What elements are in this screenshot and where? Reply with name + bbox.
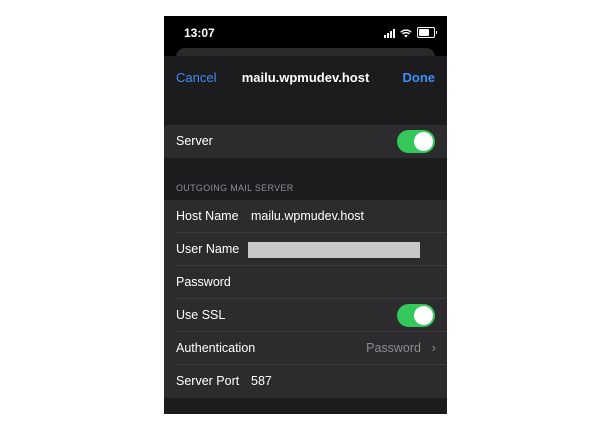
server-port-row[interactable]: Server Port 587 [164,365,447,398]
phone-screen: 13:07 Cancel mailu.wpmudev.host Done Ser… [164,16,447,414]
password-label: Password [176,275,231,289]
navigation-bar: Cancel mailu.wpmudev.host Done [164,56,447,99]
status-icons [384,27,437,38]
section-header: OUTGOING MAIL SERVER [176,183,294,193]
chevron-right-icon: › [431,340,436,355]
host-name-row[interactable]: Host Name mailu.wpmudev.host [164,200,447,233]
server-toggle[interactable] [397,130,435,153]
server-port-field[interactable]: 587 [251,374,272,388]
toggle-knob [414,306,433,325]
authentication-label: Authentication [176,341,256,355]
authentication-value: Password [366,341,421,355]
host-name-field[interactable]: mailu.wpmudev.host [251,209,364,223]
use-ssl-row: Use SSL [164,299,447,332]
host-name-label: Host Name [176,209,239,223]
user-name-row[interactable]: User Name [164,233,447,266]
use-ssl-label: Use SSL [176,308,226,322]
done-button[interactable]: Done [403,70,436,85]
server-row: Server [164,125,447,158]
toggle-knob [414,132,433,151]
user-name-label: User Name [176,242,240,256]
status-time: 13:07 [184,26,215,40]
user-name-field[interactable] [248,242,420,258]
server-label: Server [176,134,213,148]
use-ssl-toggle[interactable] [397,304,435,327]
password-row[interactable]: Password [164,266,447,299]
wifi-icon [400,29,412,38]
cellular-signal-icon [384,28,395,38]
battery-icon [417,27,437,38]
server-port-label: Server Port [176,374,240,388]
authentication-row[interactable]: Authentication Password › [164,332,447,365]
